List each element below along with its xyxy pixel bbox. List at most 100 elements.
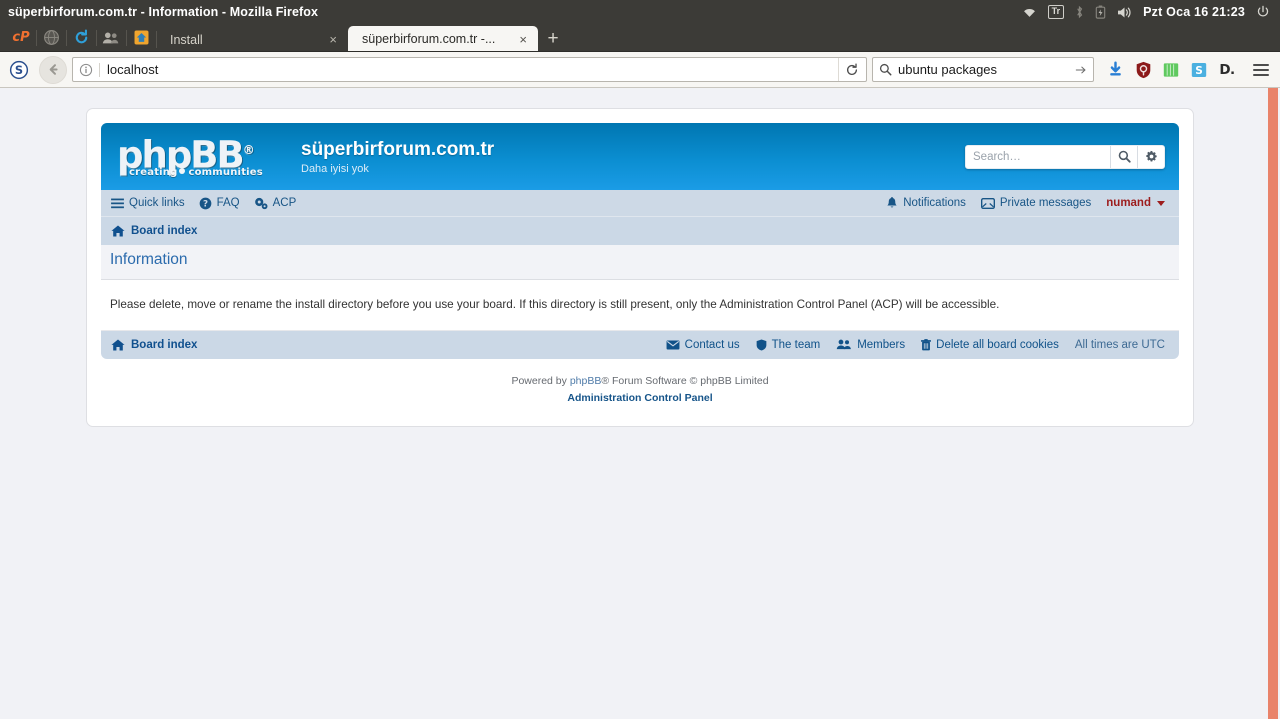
reload-icon[interactable] — [838, 58, 864, 81]
system-tray: Tr Pzt Oca 16 21:23 — [1022, 5, 1274, 19]
gear-icon[interactable] — [1137, 145, 1164, 168]
site-description: Daha iyisi yok — [301, 162, 369, 175]
user-menu-button[interactable]: numand — [1106, 197, 1165, 209]
skype-toolbar-icon[interactable]: S — [6, 57, 32, 83]
disconnect-addon-icon[interactable]: D. — [1217, 60, 1237, 80]
acp-link[interactable]: Administration Control Panel — [101, 390, 1179, 406]
navlinks-right: Notifications Private messages numand — [886, 196, 1165, 210]
question-circle-icon: ? — [199, 197, 212, 210]
home-icon — [111, 339, 125, 351]
close-icon[interactable]: × — [326, 33, 340, 46]
breadcrumb-label: Board index — [131, 338, 198, 351]
breadcrumb-board-index[interactable]: Board index — [111, 225, 197, 237]
site-name[interactable]: süperbirforum.com.tr — [301, 139, 494, 161]
hamburger-menu-icon[interactable] — [1248, 57, 1274, 83]
svg-text:S: S — [1195, 65, 1203, 77]
nav-private-messages[interactable]: Private messages — [980, 197, 1092, 209]
forum-wrapper: phpBB ® creating communities süperbirforum… — [86, 108, 1194, 428]
copyright-suffix: ® Forum Software © phpBB Limited — [601, 374, 769, 387]
search-input[interactable]: ubuntu packages — [898, 62, 1069, 77]
tagline-left: creating — [129, 166, 178, 178]
footer-link-the-team[interactable]: The team — [756, 339, 820, 351]
users-icon[interactable] — [96, 25, 126, 51]
phpbb-logo-tagline: creating communities — [129, 167, 293, 178]
phpbb-logo[interactable]: phpBB® creating communities süperbirforum… — [117, 131, 494, 183]
ublock-origin-icon[interactable] — [1133, 60, 1153, 80]
page-title: Information — [101, 245, 1179, 280]
nav-label: Notifications — [903, 197, 966, 209]
back-button[interactable] — [39, 55, 67, 84]
bluetooth-icon[interactable] — [1075, 5, 1084, 19]
footer-link-label: Contact us — [684, 338, 740, 351]
sync-icon[interactable] — [66, 25, 96, 51]
page-scrollbar-track[interactable] — [1268, 88, 1280, 719]
info-circle-icon[interactable] — [79, 62, 100, 77]
search-input[interactable] — [966, 145, 1110, 168]
username-label: numand — [1106, 197, 1151, 209]
nav-faq[interactable]: ? FAQ — [199, 197, 240, 210]
globe-icon[interactable] — [36, 25, 66, 51]
browser-tab-install[interactable]: Install × — [156, 27, 348, 52]
phpbb-link[interactable]: phpBB — [570, 375, 602, 387]
downloads-icon[interactable] — [1105, 60, 1125, 80]
shield-icon — [756, 339, 767, 351]
tab-label: süperbirforum.com.tr -... — [362, 32, 496, 46]
forum-header: phpBB® creating communities süperbirforum… — [101, 123, 1179, 190]
nav-acp[interactable]: ACP — [254, 197, 296, 210]
nav-label: Quick links — [129, 197, 185, 209]
browser-tabstrip: cP Install × süperbirforum.com.tr -... ×… — [0, 24, 1280, 52]
footer-link-members[interactable]: Members — [836, 339, 905, 351]
svg-text:?: ? — [203, 199, 208, 209]
footer-link-label: Delete all board cookies — [936, 338, 1059, 351]
page-scrollbar-thumb[interactable] — [1268, 88, 1278, 719]
svg-text:S: S — [15, 63, 23, 77]
window-titlebar: süperbirforum.com.tr - Information - Moz… — [0, 0, 1280, 24]
skype-addon-icon[interactable]: S — [1189, 60, 1209, 80]
registered-mark-icon: ® — [242, 142, 255, 157]
forum-search-box[interactable] — [965, 144, 1165, 169]
search-icon[interactable] — [1110, 145, 1137, 168]
cpanel-icon[interactable]: cP — [6, 25, 36, 51]
home-icon — [111, 225, 125, 237]
nav-notifications[interactable]: Notifications — [886, 196, 966, 210]
close-icon[interactable]: × — [516, 33, 530, 46]
wifi-icon[interactable] — [1022, 6, 1037, 18]
information-message: Please delete, move or rename the instal… — [110, 298, 1000, 311]
cogs-icon — [254, 197, 268, 210]
window-title: süperbirforum.com.tr - Information - Moz… — [8, 5, 319, 19]
home-app-icon[interactable] — [126, 25, 156, 51]
breadcrumb-bottom: Board index Contact us The team Members … — [101, 330, 1179, 359]
keyboard-layout-indicator[interactable]: Tr — [1047, 5, 1065, 19]
bars-icon — [111, 198, 124, 209]
breadcrumb-top: Board index — [101, 217, 1179, 245]
information-message-body: Please delete, move or rename the instal… — [101, 280, 1179, 331]
copyright-block: Powered by phpBB® Forum Software © phpBB… — [101, 359, 1179, 413]
breadcrumb-board-index-bottom[interactable]: Board index — [111, 339, 197, 351]
browser-search-bar[interactable]: ubuntu packages — [872, 57, 1094, 82]
site-titles: süperbirforum.com.tr Daha iyisi yok — [301, 139, 494, 175]
url-input[interactable]: localhost — [107, 62, 838, 77]
copyright-prefix: Powered by — [511, 374, 570, 387]
page-viewport: phpBB ® creating communities süperbirforum… — [0, 88, 1280, 719]
bell-icon — [886, 196, 898, 210]
browser-navigation-toolbar: S localhost ubuntu packages S D. — [0, 52, 1280, 88]
nav-quick-links[interactable]: Quick links — [111, 197, 185, 209]
footer-link-label: Members — [857, 338, 906, 351]
arrow-right-icon[interactable] — [1075, 64, 1087, 76]
volume-icon[interactable] — [1117, 6, 1132, 19]
url-bar[interactable]: localhost — [72, 57, 867, 82]
clock[interactable]: Pzt Oca 16 21:23 — [1143, 5, 1245, 19]
power-icon[interactable] — [1256, 5, 1270, 19]
battery-charging-icon[interactable] — [1095, 5, 1106, 19]
app-launcher-icons: cP — [6, 24, 156, 52]
footer-link-delete-cookies[interactable]: Delete all board cookies — [921, 339, 1059, 351]
extension-icons: S D. — [1099, 60, 1241, 80]
green-addon-icon[interactable] — [1161, 60, 1181, 80]
nav-label: Private messages — [999, 197, 1092, 209]
breadcrumb-label: Board index — [131, 225, 198, 237]
footer-link-contact-us[interactable]: Contact us — [666, 339, 740, 351]
new-tab-button[interactable]: + — [538, 26, 568, 52]
browser-tab-forum[interactable]: süperbirforum.com.tr -... × — [348, 26, 538, 52]
envelope-icon — [980, 197, 995, 209]
tagline-right: communities — [188, 166, 263, 178]
